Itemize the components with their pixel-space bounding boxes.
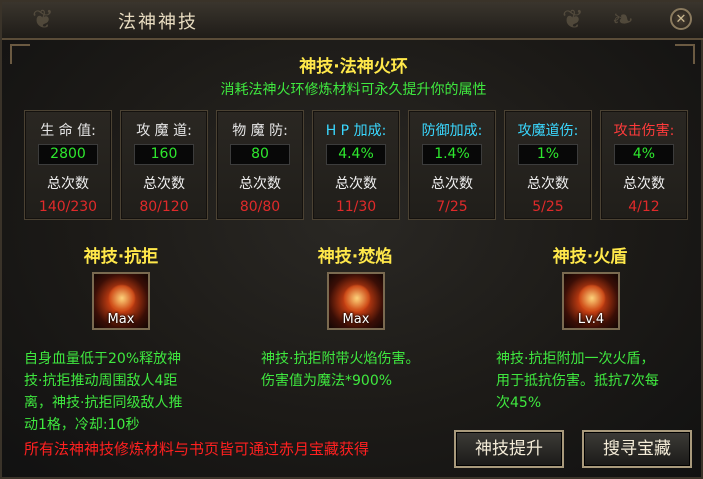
stat-value: 2800 [38, 144, 98, 165]
skill-subtitle: 消耗法神火环修炼材料可永久提升你的属性 [220, 82, 487, 98]
stat-label: 防御加成: [421, 123, 483, 139]
skill-glow [108, 284, 136, 312]
title-bar: ❦ 法神神技 ❦ ❧ ✕ [2, 2, 703, 40]
stat-panel-defense: 物 魔 防: 80 总次数 80/80 [216, 110, 304, 220]
stat-panel-defense-bonus: 防御加成: 1.4% 总次数 7/25 [408, 110, 496, 220]
resist-skill-icon[interactable]: Max [92, 272, 150, 330]
stat-label: 攻 魔 道: [136, 123, 192, 139]
skill-level: Lv.4 [577, 312, 605, 327]
stat-value: 1.4% [422, 144, 482, 165]
footer-note: 所有法神神技修炼材料与书页皆可通过赤月宝藏获得 [24, 440, 370, 458]
stat-total-label: 总次数 [623, 176, 665, 192]
skill-title: 神技·法神火环 [299, 57, 408, 77]
stat-total-label: 总次数 [143, 176, 185, 192]
stat-total-label: 总次数 [431, 176, 473, 192]
close-icon[interactable]: ✕ [670, 8, 692, 30]
dragon-ornament-icon: ❧ [612, 5, 634, 35]
stat-count: 4/12 [628, 199, 660, 215]
stat-value: 4% [614, 144, 674, 165]
stat-panel-hp: 生 命 值: 2800 总次数 140/230 [24, 110, 112, 220]
stat-label: 生 命 值: [40, 123, 96, 139]
stat-count: 80/120 [139, 199, 189, 215]
skill-description-fire-shield: 神技·抗拒附加一次火盾， 用于抵抗伤害。抵抗7次每 次45% [496, 351, 659, 411]
window-frame: ❦ 法神神技 ❦ ❧ ✕ 神技·法神火环 消耗法神火环修炼材料可永久提升你的属性… [0, 0, 703, 479]
window-title: 法神神技 [118, 12, 198, 33]
stat-label: H P 加成: [325, 123, 387, 139]
stat-panel-attack: 攻 魔 道: 160 总次数 80/120 [120, 110, 208, 220]
stat-value: 160 [134, 144, 194, 165]
flame-skill-icon[interactable]: Max [327, 272, 385, 330]
stat-value: 1% [518, 144, 578, 165]
skill-name-resist: 神技·抗拒 [83, 247, 159, 267]
stat-count: 5/25 [532, 199, 564, 215]
stat-panel-hp-bonus: H P 加成: 4.4% 总次数 11/30 [312, 110, 400, 220]
stat-label: 攻击伤害: [613, 123, 675, 139]
stat-label: 物 魔 防: [232, 123, 288, 139]
skill-name-flame: 神技·焚焰 [317, 247, 393, 267]
skill-glow [578, 284, 606, 312]
skill-description-resist: 自身血量低于20%释放神 技·抗拒推动周围敌人4距 离，神技·抗拒同级敌人推 动… [24, 351, 183, 433]
search-treasure-button[interactable]: 搜寻宝藏 [582, 430, 692, 468]
skill-level: Max [107, 312, 135, 327]
stat-count: 80/80 [239, 199, 281, 215]
stat-panel-attack-damage: 攻击伤害: 4% 总次数 4/12 [600, 110, 688, 220]
stat-total-label: 总次数 [335, 176, 377, 192]
skill-name-fire-shield: 神技·火盾 [552, 247, 628, 267]
stat-value: 4.4% [326, 144, 386, 165]
dragon-ornament-icon: ❦ [32, 5, 54, 35]
stat-count: 11/30 [335, 199, 377, 215]
stat-total-label: 总次数 [47, 176, 89, 192]
fire-shield-skill-icon[interactable]: Lv.4 [562, 272, 620, 330]
stat-panel-attack-damage-bonus: 攻魔道伤: 1% 总次数 5/25 [504, 110, 592, 220]
upgrade-skill-button[interactable]: 神技提升 [454, 430, 564, 468]
stat-label: 攻魔道伤: [517, 123, 579, 139]
skill-glow [343, 284, 371, 312]
stat-count: 7/25 [436, 199, 468, 215]
skill-description-flame: 神技·抗拒附带火焰伤害。 伤害值为魔法*900% [261, 351, 420, 389]
stat-count: 140/230 [38, 199, 98, 215]
dragon-ornament-icon: ❦ [562, 5, 584, 35]
stat-total-label: 总次数 [527, 176, 569, 192]
stat-total-label: 总次数 [239, 176, 281, 192]
stat-value: 80 [230, 144, 290, 165]
skill-level: Max [342, 312, 370, 327]
